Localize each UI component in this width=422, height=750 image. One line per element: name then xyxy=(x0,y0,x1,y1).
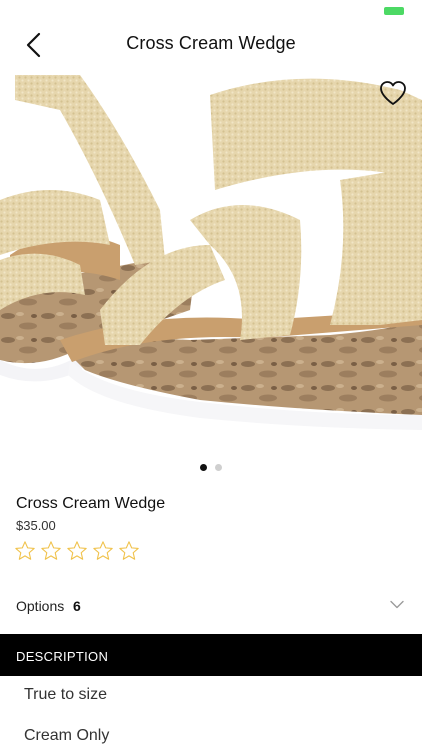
product-image xyxy=(0,75,422,430)
description-header: DESCRIPTION xyxy=(0,634,422,676)
product-name: Cross Cream Wedge xyxy=(16,495,166,512)
status-bar xyxy=(0,0,422,22)
description-line: True to size xyxy=(24,686,107,703)
options-label: Options xyxy=(16,598,65,614)
image-pager xyxy=(0,464,422,472)
pager-dot-2[interactable] xyxy=(215,464,222,471)
star-icon[interactable] xyxy=(118,540,140,562)
product-price: $35.00 xyxy=(16,518,56,533)
page-title: Cross Cream Wedge xyxy=(126,33,296,53)
star-icon[interactable] xyxy=(66,540,88,562)
options-selector[interactable]: Options 6 xyxy=(0,588,422,624)
chevron-down-icon xyxy=(390,600,404,609)
navigation-bar: Cross Cream Wedge xyxy=(0,22,422,66)
star-icon[interactable] xyxy=(14,540,36,562)
options-count: 6 xyxy=(73,598,81,614)
description-line: Cream Only xyxy=(24,727,110,744)
star-rating xyxy=(14,540,140,562)
product-detail-screen: Cross Cream Wedge Cross Cream Wedge $35.… xyxy=(0,0,422,750)
product-image-carousel[interactable] xyxy=(0,70,422,450)
favorite-button[interactable] xyxy=(378,78,408,108)
star-icon[interactable] xyxy=(40,540,62,562)
battery-icon xyxy=(384,7,404,15)
pager-dot-1[interactable] xyxy=(200,464,207,471)
heart-outline-icon xyxy=(380,81,406,105)
star-icon[interactable] xyxy=(92,540,114,562)
